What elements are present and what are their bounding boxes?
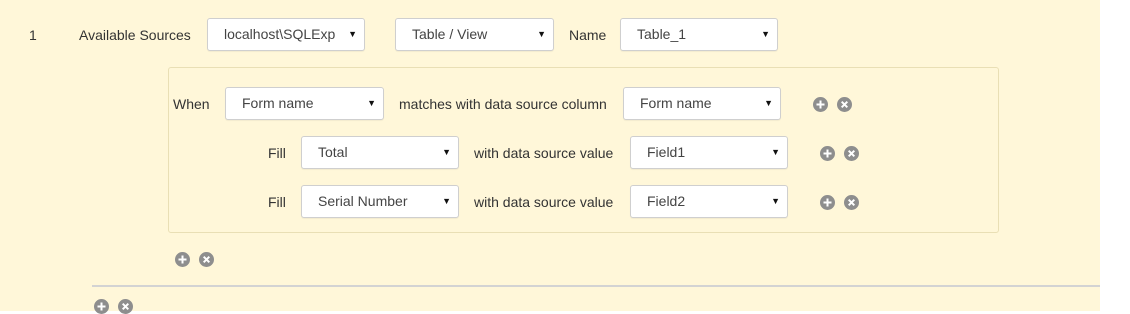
chevron-down-icon: ▼ <box>771 196 780 206</box>
chevron-down-icon: ▼ <box>537 29 546 39</box>
when-select-value: Form name <box>242 95 314 111</box>
type-select[interactable]: Table / View ▼ <box>395 18 554 51</box>
matches-label: matches with data source column <box>399 96 607 112</box>
add-condition-button[interactable] <box>813 97 828 112</box>
when-label: When <box>173 96 210 112</box>
column-select-value: Form name <box>640 95 712 111</box>
with-data-source-value-label: with data source value <box>474 194 614 210</box>
fill-value-select-value: Field1 <box>647 144 686 160</box>
fill-value-select-value: Field2 <box>647 193 686 209</box>
with-data-source-value-label: with data source value <box>474 145 614 161</box>
x-circle-icon <box>840 100 849 109</box>
chevron-down-icon: ▼ <box>442 196 451 206</box>
row-index: 1 <box>29 27 37 43</box>
add-fill-button[interactable] <box>820 146 835 161</box>
remove-fill-button[interactable] <box>844 195 859 210</box>
chevron-down-icon: ▼ <box>348 29 357 39</box>
x-circle-icon <box>847 149 856 158</box>
fill-value-select[interactable]: Field1 ▼ <box>630 136 788 169</box>
fill-field-select-value: Total <box>318 144 348 160</box>
name-label: Name <box>569 27 607 43</box>
x-circle-icon <box>121 302 130 311</box>
remove-condition-group-button[interactable] <box>199 252 214 267</box>
add-condition-group-button[interactable] <box>175 252 190 267</box>
when-select[interactable]: Form name ▼ <box>225 87 384 120</box>
name-select-value: Table_1 <box>637 26 687 42</box>
x-circle-icon <box>847 198 856 207</box>
section-divider <box>92 285 1100 287</box>
fill-field-select[interactable]: Serial Number ▼ <box>301 185 459 218</box>
chevron-down-icon: ▼ <box>442 147 451 157</box>
remove-source-button[interactable] <box>118 299 133 314</box>
remove-condition-button[interactable] <box>837 97 852 112</box>
fill-label: Fill <box>268 145 286 161</box>
available-sources-label: Available Sources <box>79 27 191 43</box>
x-circle-icon <box>202 255 211 264</box>
type-select-value: Table / View <box>412 26 488 42</box>
add-source-button[interactable] <box>94 299 109 314</box>
plus-circle-icon <box>97 302 106 311</box>
mapping-panel: 1 Available Sources localhost\SQLExp ▼ T… <box>0 0 1100 314</box>
fill-label: Fill <box>268 194 286 210</box>
remove-fill-button[interactable] <box>844 146 859 161</box>
column-select[interactable]: Form name ▼ <box>623 87 781 120</box>
plus-circle-icon <box>816 100 825 109</box>
fill-value-select[interactable]: Field2 ▼ <box>630 185 788 218</box>
chevron-down-icon: ▼ <box>764 98 773 108</box>
chevron-down-icon: ▼ <box>367 98 376 108</box>
name-select[interactable]: Table_1 ▼ <box>620 18 778 51</box>
plus-circle-icon <box>178 255 187 264</box>
source-select-value: localhost\SQLExp <box>224 26 336 42</box>
chevron-down-icon: ▼ <box>771 147 780 157</box>
chevron-down-icon: ▼ <box>761 29 770 39</box>
add-fill-button[interactable] <box>820 195 835 210</box>
fill-field-select-value: Serial Number <box>318 193 408 209</box>
source-select[interactable]: localhost\SQLExp ▼ <box>207 18 365 51</box>
plus-circle-icon <box>823 198 832 207</box>
plus-circle-icon <box>823 149 832 158</box>
fill-field-select[interactable]: Total ▼ <box>301 136 459 169</box>
